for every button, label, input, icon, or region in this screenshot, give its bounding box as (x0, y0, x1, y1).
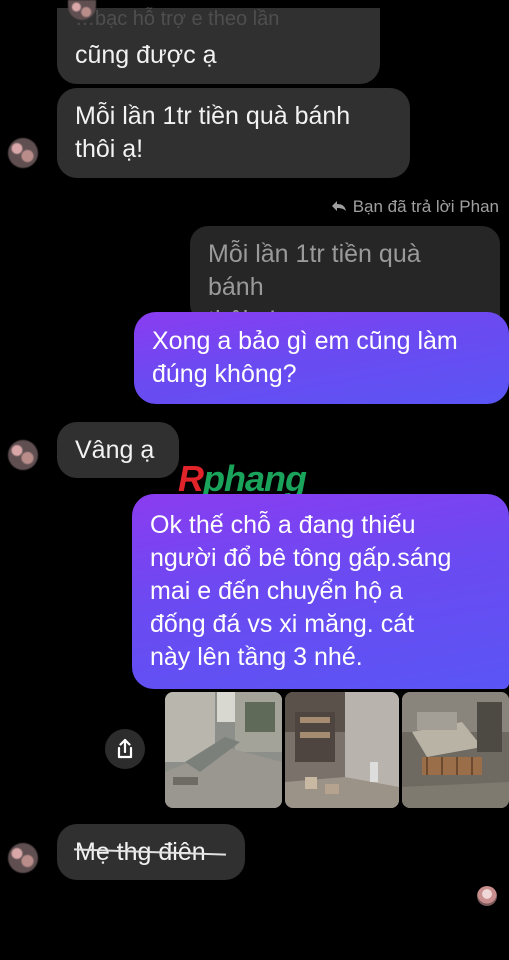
incoming-message[interactable]: Vâng ạ (57, 422, 179, 478)
message-text-line: này lên tầng 3 nhé. (150, 643, 363, 671)
watermark-text: phang (203, 458, 307, 499)
message-text: cũng được ạ (75, 41, 217, 69)
outgoing-message[interactable]: Ok thế chỗ a đang thiếu người đổ bê tông… (132, 494, 509, 689)
avatar[interactable] (8, 440, 38, 470)
seen-receipt-avatar (477, 886, 497, 906)
photo-thumbnail[interactable] (285, 692, 399, 808)
share-button[interactable] (105, 729, 145, 769)
avatar[interactable] (8, 138, 38, 168)
photo-thumbnail[interactable] (402, 692, 509, 808)
message-text-line: Mỗi lần 1tr tiền quà bánh (75, 102, 351, 130)
incoming-message[interactable]: Mỗi lần 1tr tiền quà bánh thôi ạ! (57, 88, 410, 178)
avatar[interactable] (8, 843, 38, 873)
watermark-letter: R (178, 458, 204, 499)
quoted-message[interactable]: Mỗi lần 1tr tiền quà bánh thôi ạ! (190, 226, 500, 334)
incoming-message[interactable]: …bạc hỗ trợ e theo lần cũng được ạ (57, 8, 380, 84)
message-text-line: người đổ bê tông gấp.sáng (150, 544, 452, 572)
reply-indicator: Bạn đã trả lời Phan (331, 197, 499, 217)
message-partial-text: …bạc hỗ trợ e theo lần (75, 8, 280, 30)
message-text-line: đúng không? (152, 360, 297, 388)
message-text: Vâng ạ (75, 435, 155, 464)
reply-arrow-icon (331, 199, 347, 216)
share-icon (117, 738, 133, 759)
quoted-text-line: Mỗi lần 1tr tiền quà bánh (208, 240, 421, 301)
outgoing-message[interactable]: Xong a bảo gì em cũng làm đúng không? (134, 312, 509, 404)
message-text-line: thôi ạ! (75, 135, 144, 163)
message-text-line: Ok thế chỗ a đang thiếu (150, 511, 416, 539)
reply-label-text: Bạn đã trả lời Phan (352, 197, 499, 216)
message-text-line: Xong a bảo gì em cũng làm (152, 327, 458, 355)
message-text-line: mai e đến chuyển hộ a (150, 577, 403, 605)
photo-thumbnail[interactable] (165, 692, 282, 808)
message-text-line: đống đá vs xi măng. cát (150, 610, 415, 638)
